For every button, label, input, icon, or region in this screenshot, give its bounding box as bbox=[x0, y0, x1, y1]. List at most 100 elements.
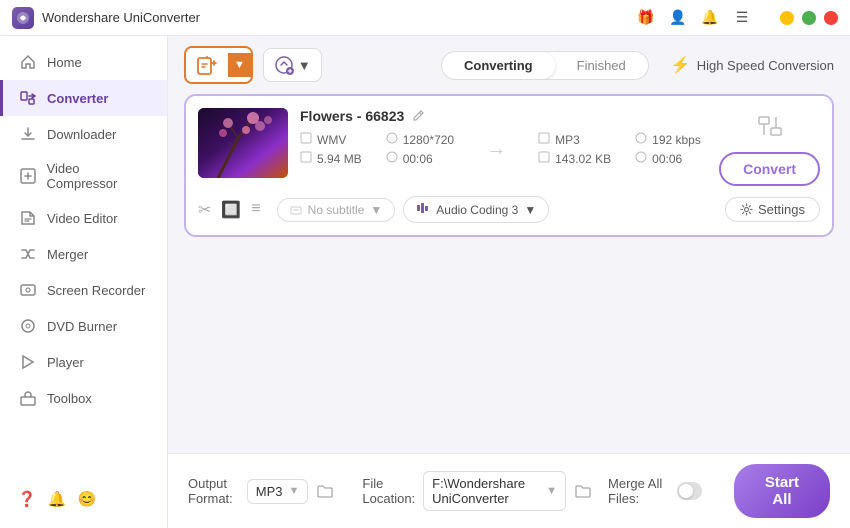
title-bar: Wondershare UniConverter 🎁 👤 🔔 ☰ ─ □ ✕ bbox=[0, 0, 850, 36]
file-location-field: File Location: F:\Wondershare UniConvert… bbox=[362, 471, 592, 511]
sidebar-item-player[interactable]: Player bbox=[0, 344, 167, 380]
app-body: Home Converter Downloader bbox=[0, 36, 850, 528]
sidebar-item-dvd-burner[interactable]: DVD Burner bbox=[0, 308, 167, 344]
sidebar-item-video-editor[interactable]: Video Editor bbox=[0, 200, 167, 236]
merge-toggle-switch[interactable] bbox=[677, 482, 702, 500]
source-size-item: 5.94 MB bbox=[300, 151, 362, 166]
sidebar-item-downloader-label: Downloader bbox=[47, 127, 116, 142]
output-format-arrow: ▼ bbox=[289, 485, 300, 497]
menu-icon[interactable]: ☰ bbox=[730, 6, 754, 30]
convert-actions: Convert bbox=[719, 108, 820, 186]
sidebar-item-toolbox[interactable]: Toolbox bbox=[0, 380, 167, 416]
sidebar-item-converter[interactable]: Converter bbox=[0, 80, 167, 116]
editor-icon bbox=[19, 209, 37, 227]
file-name: Flowers - 66823 bbox=[300, 108, 404, 124]
file-edit-icon[interactable] bbox=[412, 108, 425, 124]
list-icon[interactable]: ≡ bbox=[251, 200, 260, 220]
sidebar-item-home[interactable]: Home bbox=[0, 44, 167, 80]
file-location-select[interactable]: F:\Wondershare UniConverter ▼ bbox=[423, 471, 566, 511]
file-card-top: Flowers - 66823 bbox=[198, 108, 820, 186]
output-size-icon bbox=[538, 151, 550, 166]
output-duration: 00:06 bbox=[652, 152, 682, 166]
feedback-icon[interactable]: 😊 bbox=[76, 488, 98, 510]
sidebar-item-video-compressor[interactable]: Video Compressor bbox=[0, 152, 167, 200]
settings-button[interactable]: Settings bbox=[725, 197, 820, 222]
minimize-button[interactable]: ─ bbox=[780, 11, 794, 25]
format-button[interactable]: ▼ bbox=[263, 48, 322, 82]
audio-select[interactable]: Audio Coding 3 ▼ bbox=[403, 196, 549, 223]
file-location-folder-icon[interactable] bbox=[574, 479, 592, 503]
output-size: 143.02 KB bbox=[555, 152, 611, 166]
file-card-bottom: ✂ 🔲 ≡ No subtitle ▼ bbox=[198, 196, 820, 223]
output-meta-col2: 192 kbps 00:06 bbox=[635, 132, 701, 166]
main-content: ▼ ▼ Converting Finished ⚡ High Speed Con… bbox=[168, 36, 850, 528]
sidebar-item-screen-recorder[interactable]: Screen Recorder bbox=[0, 272, 167, 308]
file-card: Flowers - 66823 bbox=[184, 94, 834, 237]
home-icon bbox=[19, 53, 37, 71]
file-location-arrow: ▼ bbox=[546, 485, 557, 497]
add-file-button[interactable]: ▼ bbox=[184, 46, 253, 84]
audio-coding-label: Audio Coding 3 bbox=[436, 203, 518, 217]
source-resolution: 1280*720 bbox=[403, 133, 454, 147]
gift-icon[interactable]: 🎁 bbox=[634, 6, 658, 30]
duration-icon bbox=[386, 151, 398, 166]
app-logo bbox=[12, 7, 34, 29]
user-icon[interactable]: 👤 bbox=[666, 6, 690, 30]
sidebar-item-converter-label: Converter bbox=[47, 91, 108, 106]
add-file-icon bbox=[186, 48, 228, 82]
toolbar: ▼ ▼ Converting Finished ⚡ High Speed Con… bbox=[168, 36, 850, 94]
tab-group: Converting Finished bbox=[441, 51, 649, 80]
sidebar-bottom: ❓ 🔔 😊 bbox=[0, 478, 167, 520]
sidebar-item-merger-label: Merger bbox=[47, 247, 88, 262]
sidebar-item-merger[interactable]: Merger bbox=[0, 236, 167, 272]
sidebar-item-dvd-burner-label: DVD Burner bbox=[47, 319, 117, 334]
source-duration: 00:06 bbox=[403, 152, 433, 166]
maximize-button[interactable]: □ bbox=[802, 11, 816, 25]
file-info: Flowers - 66823 bbox=[300, 108, 707, 166]
subtitle-select[interactable]: No subtitle ▼ bbox=[277, 198, 396, 222]
file-meta: WMV 5.94 MB bbox=[300, 132, 707, 166]
format-icon bbox=[300, 132, 312, 147]
cut-icon[interactable]: ✂ bbox=[198, 200, 211, 220]
sidebar-item-toolbox-label: Toolbox bbox=[47, 391, 92, 406]
speed-icon: ⚡ bbox=[671, 55, 691, 75]
sidebar-item-downloader[interactable]: Downloader bbox=[0, 116, 167, 152]
speed-label: High Speed Conversion bbox=[697, 58, 834, 73]
tab-finished[interactable]: Finished bbox=[555, 52, 648, 79]
file-settings-icon[interactable] bbox=[752, 108, 788, 144]
output-meta-col1: MP3 143.02 KB bbox=[538, 132, 611, 166]
output-format-folder-icon[interactable] bbox=[316, 479, 334, 503]
subtitle-arrow: ▼ bbox=[370, 203, 382, 217]
help-icon[interactable]: ❓ bbox=[16, 488, 38, 510]
add-dropdown-arrow[interactable]: ▼ bbox=[228, 53, 251, 77]
sidebar-item-player-label: Player bbox=[47, 355, 84, 370]
source-meta: WMV 5.94 MB bbox=[300, 132, 362, 166]
file-thumbnail bbox=[198, 108, 288, 178]
compressor-icon bbox=[19, 167, 37, 185]
file-location-label: File Location: bbox=[362, 476, 415, 506]
settings-label: Settings bbox=[758, 202, 805, 217]
notification-icon[interactable]: 🔔 bbox=[46, 488, 68, 510]
tab-converting[interactable]: Converting bbox=[442, 52, 555, 79]
merge-toggle: Merge All Files: bbox=[608, 476, 702, 506]
source-size: 5.94 MB bbox=[317, 152, 362, 166]
start-all-button[interactable]: Start All bbox=[734, 464, 830, 518]
close-button[interactable]: ✕ bbox=[824, 11, 838, 25]
title-bar-actions: 🎁 👤 🔔 ☰ ─ □ ✕ bbox=[634, 6, 838, 30]
output-bitrate: 192 kbps bbox=[652, 133, 701, 147]
toggle-knob bbox=[679, 484, 693, 498]
speed-button[interactable]: ⚡ High Speed Conversion bbox=[671, 55, 834, 75]
audio-arrow: ▼ bbox=[524, 203, 536, 217]
merge-label: Merge All Files: bbox=[608, 476, 669, 506]
sidebar-item-screen-recorder-label: Screen Recorder bbox=[47, 283, 145, 298]
source-format: WMV bbox=[317, 133, 346, 147]
merger-icon bbox=[19, 245, 37, 263]
output-duration-icon bbox=[635, 151, 647, 166]
sidebar-item-compressor-label: Video Compressor bbox=[47, 161, 151, 191]
output-format-select[interactable]: MP3 ▼ bbox=[247, 479, 309, 504]
convert-button[interactable]: Convert bbox=[719, 152, 820, 186]
output-size-item: 143.02 KB bbox=[538, 151, 611, 166]
bell-icon[interactable]: 🔔 bbox=[698, 6, 722, 30]
bookmark-icon[interactable]: 🔲 bbox=[221, 200, 241, 220]
output-format: MP3 bbox=[555, 133, 580, 147]
